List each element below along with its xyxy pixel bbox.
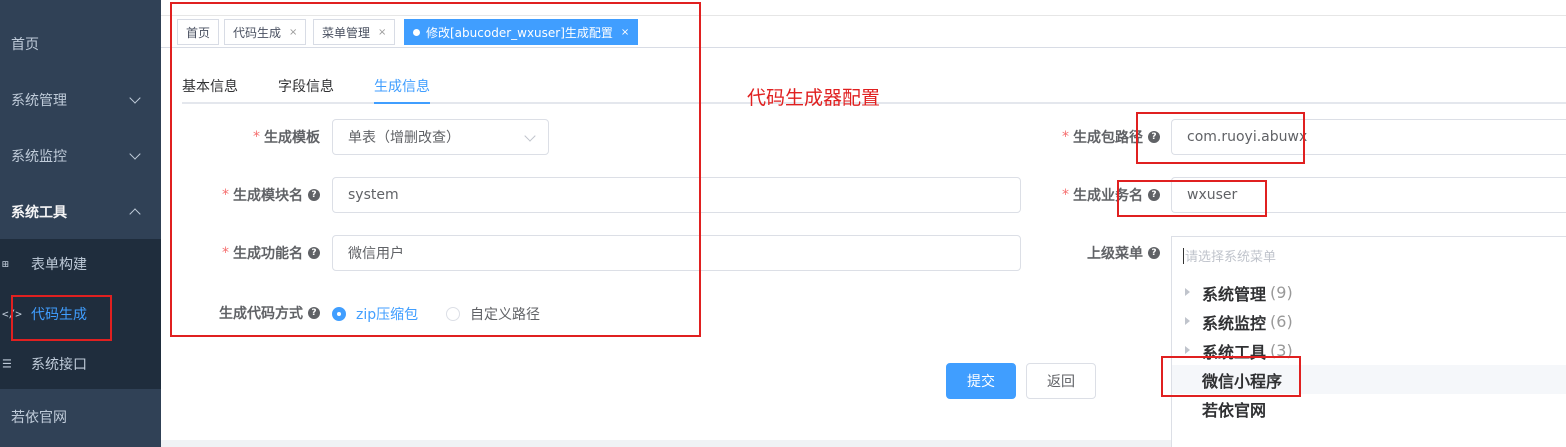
sidebar-item-home[interactable]: 首页: [0, 16, 161, 72]
sliders-icon: ☰: [2, 357, 12, 371]
field-label: 生成包路径: [1073, 130, 1143, 146]
required-mark: *: [1062, 187, 1069, 203]
sidebar-item-label: 若依官网: [11, 410, 67, 426]
parent-menu-search-input[interactable]: 请选择系统菜单: [1185, 246, 1276, 265]
chevron-down-icon: [129, 148, 141, 160]
caret-right-icon[interactable]: [1185, 317, 1190, 325]
tree-node-count: (6): [1270, 312, 1293, 331]
parent-menu-label: 上级菜单?: [1020, 235, 1160, 271]
sidebar-item-label: 系统工具: [11, 205, 67, 221]
annotation-text: 代码生成器配置: [747, 87, 881, 109]
chevron-up-icon: [129, 208, 141, 220]
tree-node-count: (9): [1270, 283, 1293, 302]
annotation-box-business: [1117, 180, 1267, 217]
form-icon: ⊞: [2, 257, 9, 271]
sidebar-item-system-monitor[interactable]: 系统监控: [0, 128, 161, 184]
tree-node-label: 系统管理: [1202, 284, 1267, 304]
sidebar-item-label: 表单构建: [31, 257, 87, 273]
help-icon[interactable]: ?: [1148, 247, 1160, 259]
tree-node-label: 若依官网: [1202, 400, 1267, 420]
sidebar-item-ruoyi-site[interactable]: 若依官网: [0, 389, 161, 445]
sidebar-item-label: 系统管理: [11, 93, 67, 109]
sidebar-item-label: 首页: [11, 37, 39, 53]
annotation-box-code-gen: [11, 295, 112, 341]
sidebar-item-label: 系统监控: [11, 149, 67, 165]
caret-right-icon[interactable]: [1185, 346, 1190, 354]
sidebar-item-form-builder[interactable]: ⊞ 表单构建: [0, 239, 161, 289]
parent-menu-treeselect[interactable]: 请选择系统菜单 系统管理 (9) 系统监控 (6) 系统工具 (3) 微信小程序 若依…: [1171, 236, 1566, 447]
chevron-down-icon: [129, 92, 141, 104]
annotation-box-wechat: [1161, 356, 1301, 397]
caret-right-icon[interactable]: [1185, 288, 1190, 296]
sidebar-item-label: 系统接口: [31, 357, 87, 373]
submit-button[interactable]: 提交: [946, 363, 1016, 399]
text-caret: [1183, 248, 1184, 264]
sidebar-item-system-management[interactable]: 系统管理: [0, 72, 161, 128]
tree-node-label: 系统监控: [1202, 313, 1267, 333]
tree-node-system-management[interactable]: 系统管理 (9): [1172, 278, 1566, 307]
annotation-box-left-form: [170, 2, 701, 337]
sidebar-item-system-api[interactable]: ☰ 系统接口: [0, 339, 161, 389]
sidebar-item-system-tools[interactable]: 系统工具: [0, 184, 161, 240]
tree-node-ruoyi-site[interactable]: 若依官网: [1172, 394, 1566, 423]
required-mark: *: [1062, 129, 1069, 145]
annotation-box-package: [1136, 112, 1305, 164]
back-button[interactable]: 返回: [1026, 363, 1096, 399]
sidebar: 首页 系统管理 系统监控 系统工具 ⊞ 表单构建 </> 代码生成 ☰ 系统接口 若依…: [0, 0, 161, 447]
tree-node-system-monitor[interactable]: 系统监控 (6): [1172, 307, 1566, 336]
field-label: 上级菜单: [1087, 246, 1143, 262]
